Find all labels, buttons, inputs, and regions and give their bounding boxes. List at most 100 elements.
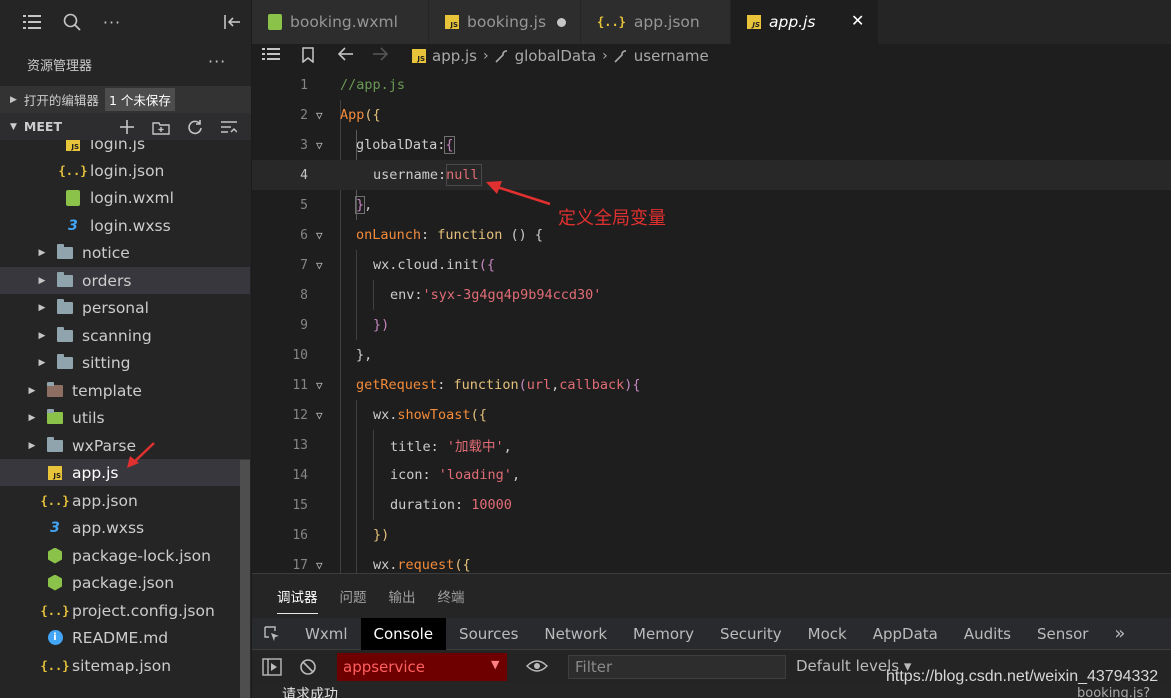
token: wx (373, 257, 390, 273)
search-icon[interactable] (52, 0, 92, 44)
list-icon[interactable] (262, 47, 280, 61)
tree-folder-personal[interactable]: ▶ personal (0, 294, 250, 321)
code-line: 2 ▽ App({ (252, 100, 1171, 130)
breadcrumb-file[interactable]: app.js (432, 47, 477, 65)
breadcrumb-globaldata[interactable]: globalData (515, 47, 597, 65)
tree-item-sitemap-json[interactable]: {..} sitemap.json (0, 652, 250, 679)
tree-item-package-lock-json[interactable]: package-lock.json (0, 542, 250, 569)
tree-item-readme-md[interactable]: i README.md (0, 624, 250, 651)
chevron-down-icon[interactable]: ▽ (316, 379, 323, 392)
tree-folder-scanning[interactable]: ▶ scanning (0, 322, 250, 349)
chevron-down-icon[interactable]: ▽ (316, 139, 323, 152)
tab-booking-wxml[interactable]: booking.wxml (252, 0, 429, 44)
javascript-icon: JS (412, 49, 426, 63)
chevron-right-icon: ▶ (28, 440, 36, 451)
new-folder-icon[interactable] (150, 117, 172, 137)
open-editors-section[interactable]: ▶ 打开的编辑器 1 个未保存 (0, 86, 251, 113)
line-number: 14 (292, 467, 308, 483)
tree-item-app-json[interactable]: {..} app.json (0, 487, 250, 514)
devtab-sources[interactable]: Sources (446, 618, 531, 650)
tab-output[interactable]: 输出 (389, 580, 416, 612)
chevron-down-icon[interactable]: ▽ (316, 559, 323, 572)
code-text: wx.request({ (373, 557, 471, 573)
breadcrumb-username[interactable]: username (634, 47, 709, 65)
forward-arrow-icon[interactable] (372, 47, 388, 61)
devtab-more-icon[interactable]: » (1101, 618, 1138, 650)
sidebar-scrollbar[interactable] (240, 460, 250, 698)
chevron-down-icon[interactable]: ▽ (316, 229, 323, 242)
token: init (446, 257, 479, 273)
chevron-right-icon: ▶ (28, 385, 36, 396)
clear-console-icon[interactable] (299, 658, 317, 676)
devtab-sensor[interactable]: Sensor (1024, 618, 1101, 650)
tree-folder-template[interactable]: ▶ template (0, 377, 250, 404)
code-text: icon: 'loading', (390, 467, 520, 483)
devtab-security[interactable]: Security (707, 618, 795, 650)
chevron-right-icon: › (602, 48, 608, 64)
token: onLaunch (356, 227, 422, 243)
tab-booking-js[interactable]: JS booking.js (429, 0, 581, 44)
tree-item-label: login.js (90, 140, 146, 153)
line-number: 15 (292, 497, 308, 513)
tree-item-app-wxss[interactable]: 3 app.wxss (0, 514, 250, 541)
console-filter-input[interactable]: Filter (568, 655, 786, 679)
tree-item-login-wxml[interactable]: login.wxml (0, 184, 250, 211)
bookmark-icon[interactable] (302, 47, 314, 63)
tree-folder-sitting[interactable]: ▶ sitting (0, 349, 250, 376)
tree-folder-notice[interactable]: ▶ notice (0, 239, 250, 266)
tab-app-json[interactable]: {..} app.json (581, 0, 731, 44)
devtab-wxml[interactable]: Wxml (292, 618, 361, 650)
code-text: }, (354, 196, 372, 214)
tree-folder-orders[interactable]: ▶ orders (0, 267, 250, 294)
code-text: env:'syx-3g4gq4p9b94ccd30' (390, 287, 601, 303)
tree-item-login-json[interactable]: {..} login.json (0, 157, 250, 184)
code-line: 1 //app.js (252, 70, 1171, 100)
explorer-more-icon[interactable]: ··· (208, 52, 226, 71)
tree-item-package-json[interactable]: package.json (0, 569, 250, 596)
tree-item-login-js[interactable]: JS login.js (0, 140, 250, 157)
tree-item-project-config-json[interactable]: {..} project.config.json (0, 597, 250, 624)
new-file-icon[interactable] (116, 117, 138, 137)
inspect-element-icon[interactable] (252, 618, 292, 650)
tree-item-label: orders (82, 271, 132, 290)
code-line-current: 4 username:null (252, 160, 1171, 190)
unsaved-dot-icon[interactable] (557, 18, 566, 27)
context-select[interactable]: appservice ▼ (337, 653, 507, 681)
tab-app-js[interactable]: JS app.js ✕ (731, 0, 879, 44)
more-icon[interactable]: ··· (92, 0, 132, 44)
tree-folder-utils[interactable]: ▶ utils (0, 404, 250, 431)
tab-label: app.json (633, 13, 700, 31)
sidebar-toggle-icon[interactable] (262, 658, 282, 676)
project-section[interactable]: ▼ MEET (0, 113, 251, 140)
tab-terminal[interactable]: 终端 (438, 580, 465, 612)
chevron-down-icon[interactable]: ▽ (316, 259, 323, 272)
refresh-icon[interactable] (184, 117, 206, 137)
devtab-network[interactable]: Network (531, 618, 620, 650)
tree-item-label: personal (82, 298, 149, 317)
console-source-link[interactable]: booking.js? (1077, 686, 1150, 698)
tab-problems[interactable]: 问题 (340, 580, 367, 612)
close-icon[interactable]: ✕ (851, 11, 864, 30)
code-line: 3 ▽ globalData:{ (252, 130, 1171, 160)
devtab-console[interactable]: Console (360, 617, 447, 650)
console-message: 请求成功 (282, 687, 338, 698)
devtab-appdata[interactable]: AppData (860, 618, 951, 650)
token: , (503, 439, 512, 455)
collapse-all-icon[interactable] (218, 117, 240, 137)
token: 'syx-3g4gq4p9b94ccd30' (422, 287, 602, 303)
menu-icon[interactable] (12, 0, 52, 44)
devtab-mock[interactable]: Mock (795, 618, 860, 650)
eye-icon[interactable] (526, 658, 548, 674)
devtab-memory[interactable]: Memory (620, 618, 707, 650)
devtab-audits[interactable]: Audits (951, 618, 1024, 650)
code-editor[interactable]: 1//app.js 2 ▽ App({ 3 ▽ globalData:{ 4 userna… (252, 70, 1171, 573)
back-arrow-icon[interactable] (338, 47, 354, 61)
code-text: wx.cloud.init({ (373, 257, 495, 273)
toggle-sidebar-icon[interactable] (220, 10, 244, 34)
tree-item-login-wxss[interactable]: 3 login.wxss (0, 212, 250, 239)
code-line: 12 ▽ wx.showToast({ (252, 400, 1171, 430)
code-line: 6 ▽ onLaunch: function () { (252, 220, 1171, 250)
chevron-down-icon[interactable]: ▽ (316, 109, 323, 122)
tab-debugger[interactable]: 调试器 (277, 580, 318, 614)
chevron-down-icon[interactable]: ▽ (316, 409, 323, 422)
